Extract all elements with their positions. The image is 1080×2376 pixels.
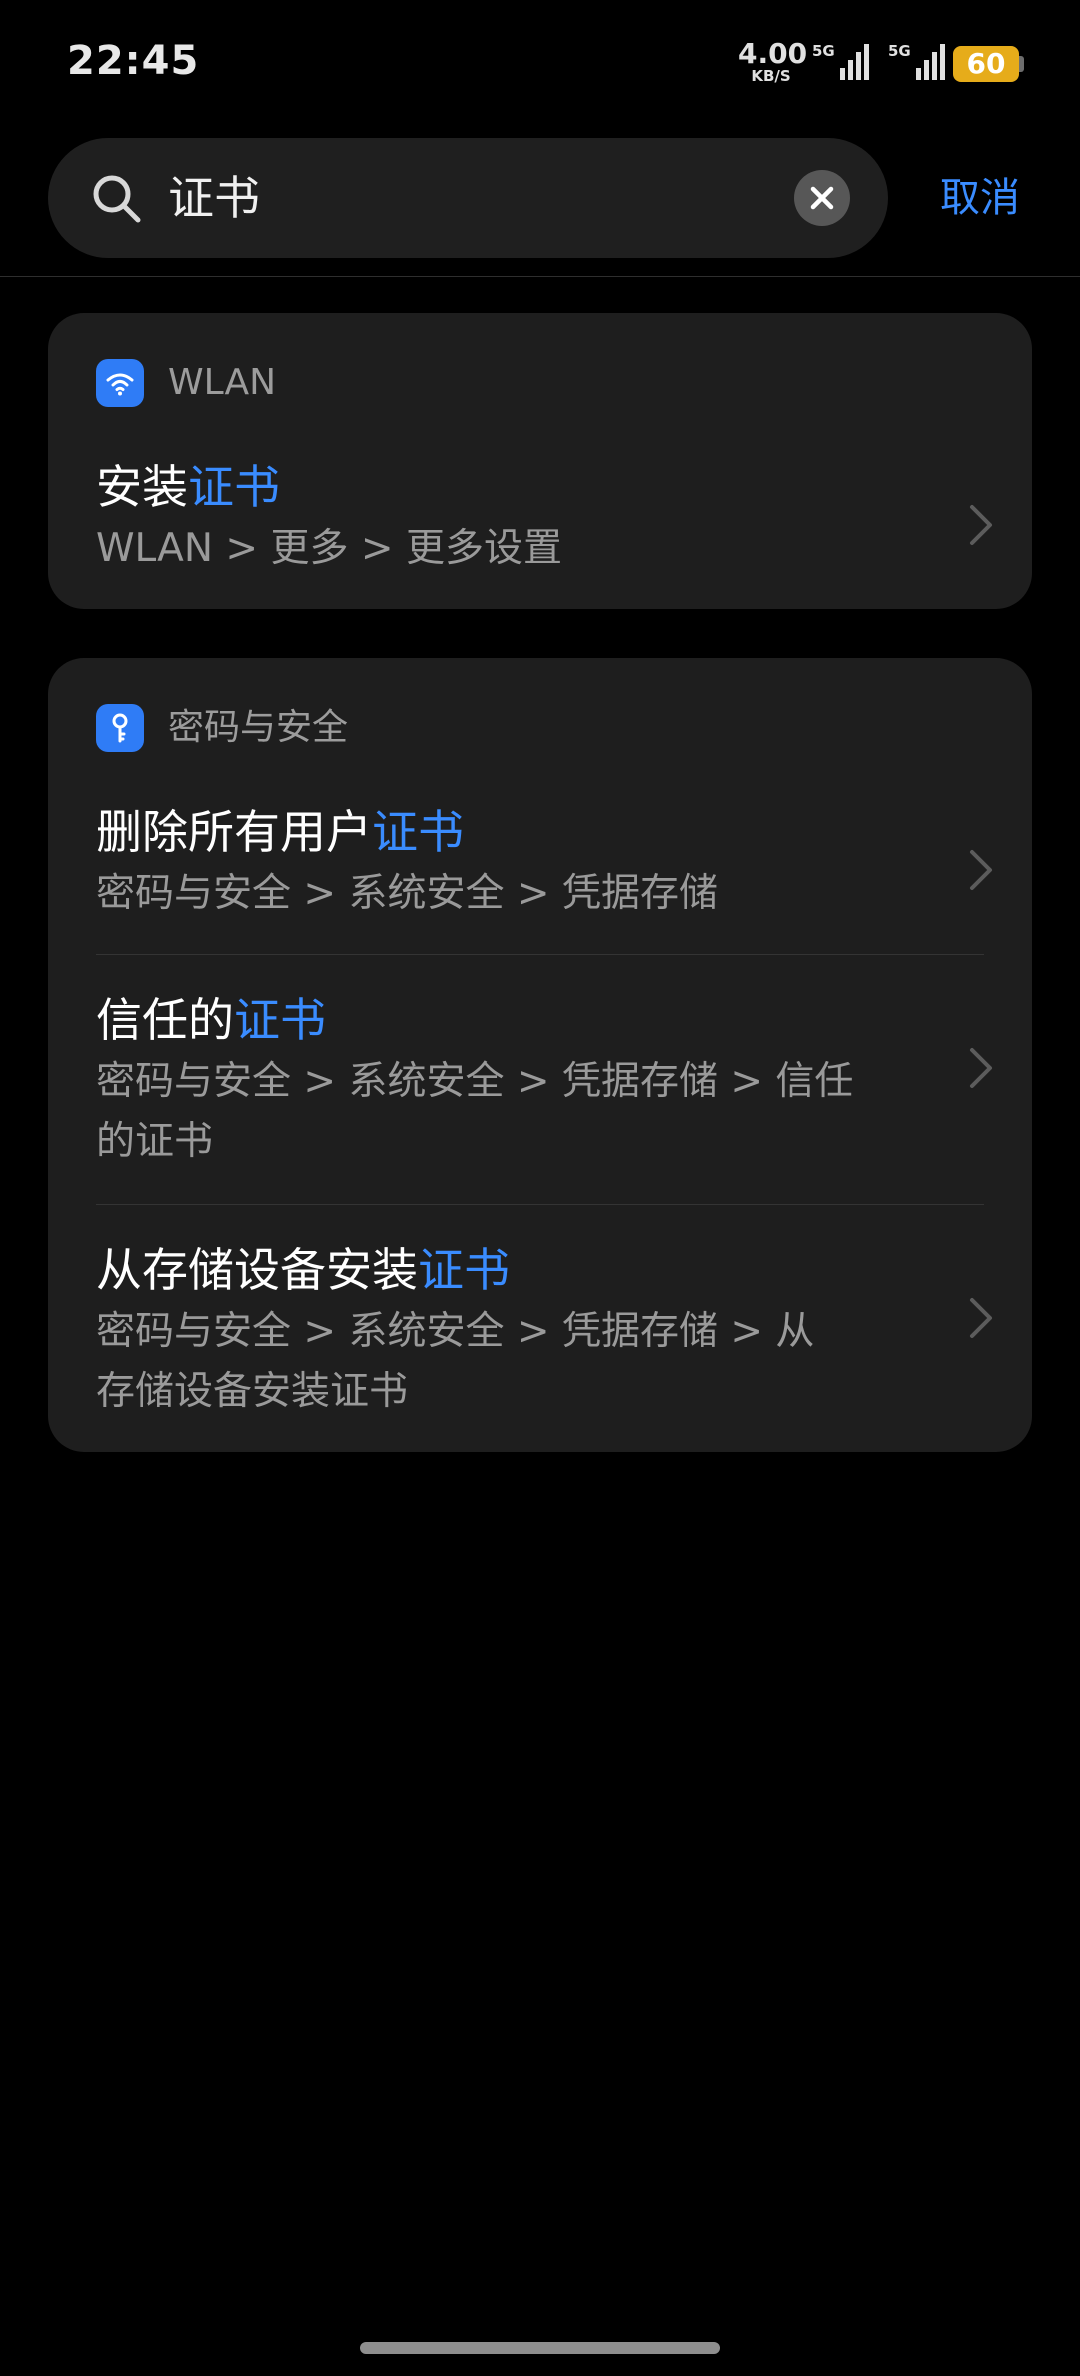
result-title-text: 从存储设备安装: [96, 1243, 418, 1297]
result-title-text: 信任的: [96, 993, 234, 1047]
result-title: 从存储设备安装证书: [96, 1238, 510, 1302]
result-item-delete-user-certificates[interactable]: 删除所有用户证书 密码与安全 > 系统安全 > 凭据存储: [96, 800, 1032, 940]
home-indicator[interactable]: [360, 2342, 720, 2354]
chevron-right-icon: [970, 505, 992, 545]
chevron-right-icon: [970, 850, 992, 890]
result-item-install-from-storage[interactable]: 从存储设备安装证书 密码与安全 > 系统安全 > 凭据存储 > 从存储设备安装证…: [96, 1238, 1032, 1438]
cancel-button[interactable]: 取消: [940, 170, 1020, 226]
result-item-install-certificate[interactable]: 安装证书 WLAN > 更多 > 更多设置: [96, 455, 1032, 595]
chevron-right-icon: [970, 1298, 992, 1338]
search-icon: [93, 175, 141, 223]
result-title-match: 证书: [234, 993, 326, 1047]
search-field[interactable]: 证书: [48, 138, 888, 258]
battery-cap: [1019, 56, 1024, 72]
group-app-name: 密码与安全: [168, 707, 349, 748]
wifi-icon: [96, 359, 144, 407]
result-title-match: 证书: [372, 805, 464, 859]
result-title-text: 安装: [96, 460, 188, 514]
item-divider: [96, 1204, 984, 1205]
chevron-right-icon: [970, 1048, 992, 1088]
status-time: 22:45: [67, 38, 200, 84]
result-title-match: 证书: [418, 1243, 510, 1297]
network-speed: 4.00 KB/S: [738, 37, 808, 85]
close-icon: [810, 186, 834, 210]
battery-icon: 60: [953, 46, 1019, 82]
result-title: 安装证书: [96, 455, 280, 519]
network-speed-value: 4.00: [738, 37, 808, 70]
clear-search-button[interactable]: [794, 170, 850, 226]
result-path: 密码与安全 > 系统安全 > 凭据存储: [96, 871, 718, 916]
result-group-password-security: 密码与安全 删除所有用户证书 密码与安全 > 系统安全 > 凭据存储 信任的证书…: [48, 658, 1032, 1452]
status-bar: 22:45 4.00 KB/S 5G 5G 60: [0, 0, 1080, 128]
battery-level: 60: [966, 47, 1006, 80]
result-title: 删除所有用户证书: [96, 800, 464, 864]
header-divider: [0, 276, 1080, 277]
key-icon: [96, 704, 144, 752]
result-path: 密码与安全 > 系统安全 > 凭据存储 > 从存储设备安装证书: [96, 1309, 815, 1414]
item-divider: [96, 954, 984, 955]
network-speed-unit: KB/S: [751, 67, 791, 85]
signal-bars-icon: [916, 44, 945, 80]
search-query[interactable]: 证书: [168, 168, 260, 228]
signal-bars-icon: [840, 44, 869, 80]
result-title-text: 删除所有用户: [96, 805, 372, 859]
result-title: 信任的证书: [96, 988, 326, 1052]
signal-sim1: 5G: [812, 42, 872, 82]
signal-sim2: 5G: [888, 42, 948, 82]
result-title-match: 证书: [188, 460, 280, 514]
result-path: 密码与安全 > 系统安全 > 凭据存储 > 信任的证书: [96, 1059, 854, 1164]
result-path: WLAN > 更多 > 更多设置: [96, 526, 562, 571]
result-group-wlan: WLAN 安装证书 WLAN > 更多 > 更多设置: [48, 313, 1032, 609]
result-item-trusted-certificates[interactable]: 信任的证书 密码与安全 > 系统安全 > 凭据存储 > 信任的证书: [96, 988, 1032, 1188]
group-app-name: WLAN: [168, 362, 277, 403]
search-results-screen: 22:45 4.00 KB/S 5G 5G 60 证书 取消 WLAN 安装证书…: [0, 0, 1080, 2376]
